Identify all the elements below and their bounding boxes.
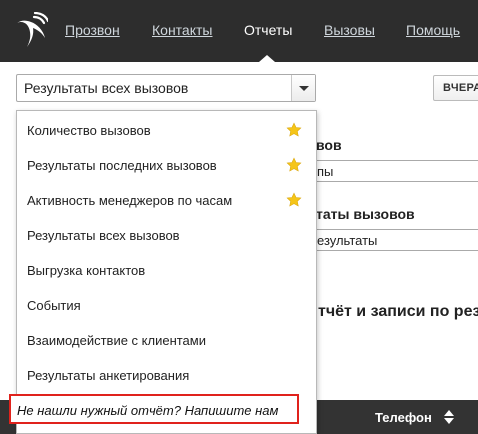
dropdown-item-client-interaction[interactable]: Взаимодействие с клиентами [17,321,316,356]
nav-item-prozvon[interactable]: Прозвон [65,22,120,38]
dropdown-item-contacts-export[interactable]: Выгрузка контактов [17,251,316,286]
filter-select-1[interactable]: пы [312,160,478,182]
dropdown-item-label: События [27,298,81,313]
filter-label-1: вов [316,137,342,153]
chevron-down-icon[interactable] [291,75,315,101]
dropdown-item-events[interactable]: События [17,286,316,321]
star-icon [286,157,302,172]
report-type-dropdown: Количество вызовов Результаты последних … [16,110,317,434]
yesterday-button[interactable]: ВЧЕРА [433,75,478,101]
top-navigation-bar: Прозвон Контакты Отчеты Вызовы Помощь [0,0,478,62]
dropdown-item-label: Результаты последних вызовов [27,158,217,173]
filter-select-2[interactable]: езультаты [312,229,478,251]
column-header-phone[interactable]: Телефон [375,410,432,425]
dropdown-item-label: Результаты анкетирования [27,368,190,383]
active-tab-indicator [259,55,275,62]
star-icon [286,192,302,207]
dropdown-item-label: Взаимодействие с клиентами [27,333,206,348]
dropdown-item-manager-activity[interactable]: Активность менеджеров по часам [17,181,316,216]
dropdown-item-label: Выгрузка контактов [27,263,146,278]
nav-item-help[interactable]: Помощь [406,22,460,38]
nav-item-contacts[interactable]: Контакты [152,22,212,38]
dropdown-item-all-results[interactable]: Результаты всех вызовов [17,216,316,251]
nav-item-calls[interactable]: Вызовы [324,22,375,38]
filter-select-1-value: пы [317,164,334,179]
filter-label-2: таты вызовов [316,206,415,222]
report-type-select[interactable]: Результаты всех вызовов [16,74,316,102]
dropdown-item-recent-results[interactable]: Результаты последних вызовов [17,146,316,181]
dropdown-item-label: Количество вызовов [27,123,151,138]
report-type-select-value: Результаты всех вызовов [24,80,189,96]
filter-select-2-value: езультаты [317,233,378,248]
bird-logo-icon[interactable] [14,12,48,48]
dropdown-item-call-count[interactable]: Количество вызовов [17,111,316,146]
nav-item-reports[interactable]: Отчеты [244,22,292,38]
dropdown-item-label: Результаты всех вызовов [27,228,180,243]
star-icon [286,122,302,137]
missing-report-feedback-link[interactable]: Не нашли нужный отчёт? Напишите нам [17,403,278,418]
sort-icon[interactable] [444,410,454,424]
dropdown-item-label: Активность менеджеров по часам [27,193,233,208]
section-title: тчёт и записи по рез [318,303,478,320]
dropdown-item-survey-results[interactable]: Результаты анкетирования [17,356,316,391]
